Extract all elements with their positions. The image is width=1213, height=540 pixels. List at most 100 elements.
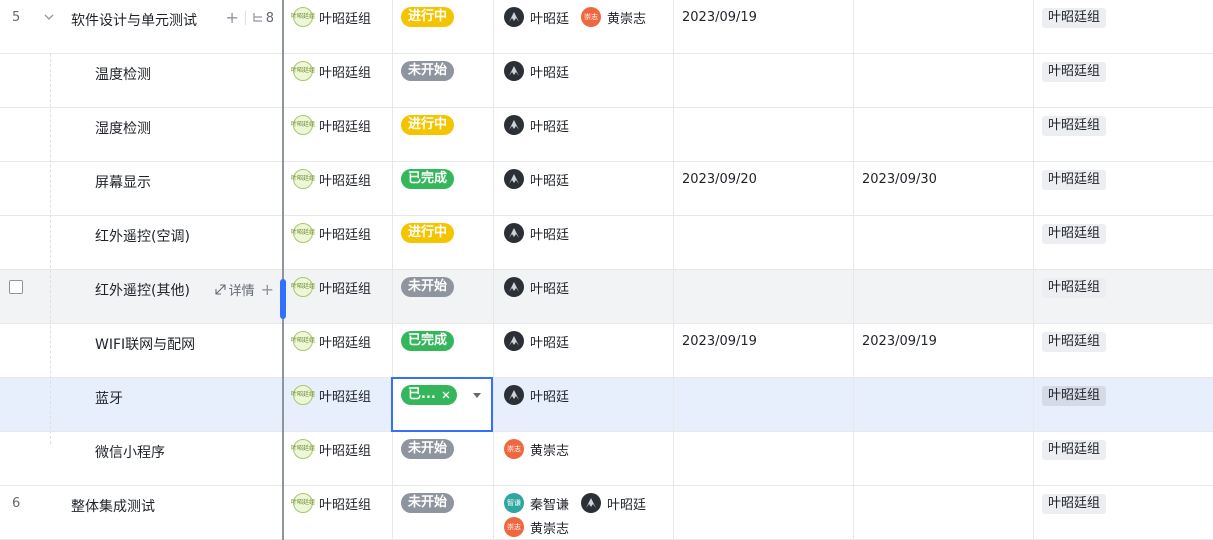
status-cell[interactable]: 未开始 bbox=[393, 432, 494, 486]
table-row[interactable]: 屏幕显示 叶昭廷组 叶昭廷组 已完成 叶昭廷 2023/09/20 2023/0… bbox=[0, 162, 1213, 216]
end-date-cell[interactable] bbox=[854, 108, 1034, 162]
assignee-cell[interactable]: 叶昭廷 bbox=[494, 270, 674, 324]
table-row[interactable]: 湿度检测 叶昭廷组 叶昭廷组 进行中 叶昭廷 叶昭廷组 bbox=[0, 108, 1213, 162]
add-subtask-icon[interactable]: + bbox=[261, 281, 274, 298]
add-subtask-icon[interactable]: + bbox=[225, 10, 238, 26]
start-date-cell[interactable]: 2023/09/20 bbox=[674, 162, 854, 216]
owner-cell[interactable]: 叶昭廷组 bbox=[1034, 432, 1213, 486]
status-cell[interactable]: 未开始 bbox=[393, 270, 494, 324]
table-row[interactable]: 6 整体集成测试 叶昭廷组 叶昭廷组 未开始 智谦 秦智谦 叶昭廷 崇志 黄崇志… bbox=[0, 486, 1213, 540]
team-cell[interactable]: 叶昭廷组 叶昭廷组 bbox=[285, 54, 393, 108]
avatar bbox=[504, 385, 524, 405]
status-chip[interactable]: 已... bbox=[401, 385, 457, 405]
team-cell[interactable]: 叶昭廷组 叶昭廷组 bbox=[285, 108, 393, 162]
start-date-cell[interactable] bbox=[674, 270, 854, 324]
end-date: 2023/09/30 bbox=[862, 172, 937, 187]
team-name: 叶昭廷组 bbox=[319, 497, 372, 513]
chevron-down-icon[interactable] bbox=[44, 11, 54, 21]
end-date-cell[interactable] bbox=[854, 54, 1034, 108]
start-date-cell[interactable] bbox=[674, 216, 854, 270]
task-name: 整体集成测试 bbox=[71, 499, 155, 515]
assignee-cell[interactable]: 叶昭廷 崇志 黄崇志 bbox=[494, 0, 674, 54]
task-name-cell[interactable]: 温度检测 bbox=[60, 54, 284, 108]
team-cell[interactable]: 叶昭廷组 叶昭廷组 bbox=[285, 486, 393, 540]
table-row[interactable]: 温度检测 叶昭廷组 叶昭廷组 未开始 叶昭廷 叶昭廷组 bbox=[0, 54, 1213, 108]
status-select[interactable]: 已... bbox=[391, 377, 493, 432]
owner-cell[interactable]: 叶昭廷组 bbox=[1034, 54, 1213, 108]
assignee-cell[interactable]: 叶昭廷 bbox=[494, 162, 674, 216]
start-date-cell[interactable] bbox=[674, 486, 854, 540]
status-cell[interactable]: 进行中 bbox=[393, 0, 494, 54]
task-grid: 5 软件设计与单元测试 + 8 叶昭廷组 叶昭廷组 进行中 叶昭廷 崇志 黄崇志… bbox=[0, 0, 1213, 540]
assignee-cell[interactable]: 叶昭廷 bbox=[494, 54, 674, 108]
start-date-cell[interactable] bbox=[674, 432, 854, 486]
end-date-cell[interactable] bbox=[854, 0, 1034, 54]
status-cell[interactable]: 已完成 bbox=[393, 324, 494, 378]
status-cell[interactable]: 进行中 bbox=[393, 216, 494, 270]
end-date-cell[interactable] bbox=[854, 432, 1034, 486]
owner-cell[interactable]: 叶昭廷组 bbox=[1034, 378, 1213, 432]
row-drag-handle[interactable] bbox=[280, 279, 286, 319]
start-date-cell[interactable] bbox=[674, 54, 854, 108]
end-date-cell[interactable] bbox=[854, 378, 1034, 432]
team-cell[interactable]: 叶昭廷组 叶昭廷组 bbox=[285, 216, 393, 270]
end-date-cell[interactable] bbox=[854, 486, 1034, 540]
start-date-cell[interactable]: 2023/09/19 bbox=[674, 324, 854, 378]
team-logo: 叶昭廷组 bbox=[291, 7, 315, 27]
team-cell[interactable]: 叶昭廷组 叶昭廷组 bbox=[285, 324, 393, 378]
status-cell[interactable]: 进行中 bbox=[393, 108, 494, 162]
team-cell[interactable]: 叶昭廷组 叶昭廷组 bbox=[285, 270, 393, 324]
start-date-cell[interactable] bbox=[674, 108, 854, 162]
status-badge: 进行中 bbox=[401, 7, 455, 27]
team: 叶昭廷组 叶昭廷组 bbox=[291, 385, 371, 405]
table-row[interactable]: WIFI联网与配网 叶昭廷组 叶昭廷组 已完成 叶昭廷 2023/09/19 2… bbox=[0, 324, 1213, 378]
owner-tag: 叶昭廷组 bbox=[1042, 494, 1107, 514]
table-row[interactable]: 红外遥控(其他) 详情 + 叶昭廷组 叶昭廷组 未开始 叶昭廷 叶昭廷组 bbox=[0, 270, 1213, 324]
task-name-cell[interactable]: 微信小程序 bbox=[60, 432, 284, 486]
assignee-cell[interactable]: 智谦 秦智谦 叶昭廷 崇志 黄崇志 bbox=[494, 486, 674, 540]
team-cell[interactable]: 叶昭廷组 叶昭廷组 bbox=[285, 0, 393, 54]
status-cell[interactable]: 已... bbox=[391, 377, 494, 432]
status-cell[interactable]: 已完成 bbox=[393, 162, 494, 216]
task-name-cell[interactable]: 软件设计与单元测试 + 8 bbox=[60, 0, 284, 54]
team-cell[interactable]: 叶昭廷组 叶昭廷组 bbox=[285, 162, 393, 216]
end-date-cell[interactable] bbox=[854, 270, 1034, 324]
caret-down-icon[interactable] bbox=[473, 393, 481, 398]
subtask-count[interactable]: 8 bbox=[252, 11, 274, 26]
task-name-cell[interactable]: 湿度检测 bbox=[60, 108, 284, 162]
task-name-cell[interactable]: 整体集成测试 bbox=[60, 486, 284, 540]
task-name-cell[interactable]: 蓝牙 bbox=[60, 378, 284, 432]
assignee-cell[interactable]: 崇志 黄崇志 bbox=[494, 432, 674, 486]
start-date-cell[interactable] bbox=[674, 378, 854, 432]
owner-cell[interactable]: 叶昭廷组 bbox=[1034, 0, 1213, 54]
end-date-cell[interactable]: 2023/09/30 bbox=[854, 162, 1034, 216]
team-cell[interactable]: 叶昭廷组 叶昭廷组 bbox=[285, 432, 393, 486]
owner-cell[interactable]: 叶昭廷组 bbox=[1034, 162, 1213, 216]
status-cell[interactable]: 未开始 bbox=[393, 54, 494, 108]
owner-cell[interactable]: 叶昭廷组 bbox=[1034, 270, 1213, 324]
assignee-cell[interactable]: 叶昭廷 bbox=[494, 108, 674, 162]
task-name-cell[interactable]: 红外遥控(其他) 详情 + bbox=[60, 270, 284, 324]
end-date-cell[interactable] bbox=[854, 216, 1034, 270]
task-name-cell[interactable]: WIFI联网与配网 bbox=[60, 324, 284, 378]
close-icon[interactable] bbox=[442, 391, 450, 399]
owner-cell[interactable]: 叶昭廷组 bbox=[1034, 216, 1213, 270]
table-row[interactable]: 5 软件设计与单元测试 + 8 叶昭廷组 叶昭廷组 进行中 叶昭廷 崇志 黄崇志… bbox=[0, 0, 1213, 54]
end-date-cell[interactable]: 2023/09/19 bbox=[854, 324, 1034, 378]
task-name-cell[interactable]: 红外遥控(空调) bbox=[60, 216, 284, 270]
assignee-cell[interactable]: 叶昭廷 bbox=[494, 324, 674, 378]
row-checkbox[interactable] bbox=[9, 280, 23, 294]
owner-cell[interactable]: 叶昭廷组 bbox=[1034, 324, 1213, 378]
status-cell[interactable]: 未开始 bbox=[393, 486, 494, 540]
team-cell[interactable]: 叶昭廷组 叶昭廷组 bbox=[285, 378, 393, 432]
table-row[interactable]: 红外遥控(空调) 叶昭廷组 叶昭廷组 进行中 叶昭廷 叶昭廷组 bbox=[0, 216, 1213, 270]
assignee-cell[interactable]: 叶昭廷 bbox=[494, 216, 674, 270]
task-name-cell[interactable]: 屏幕显示 bbox=[60, 162, 284, 216]
owner-cell[interactable]: 叶昭廷组 bbox=[1034, 108, 1213, 162]
open-detail-button[interactable]: 详情 bbox=[215, 280, 255, 299]
table-row[interactable]: 微信小程序 叶昭廷组 叶昭廷组 未开始 崇志 黄崇志 叶昭廷组 bbox=[0, 432, 1213, 486]
table-row[interactable]: 蓝牙 叶昭廷组 叶昭廷组 已... 叶昭廷 叶昭廷组 bbox=[0, 377, 1213, 432]
owner-cell[interactable]: 叶昭廷组 bbox=[1034, 486, 1213, 540]
start-date-cell[interactable]: 2023/09/19 bbox=[674, 0, 854, 54]
assignee-cell[interactable]: 叶昭廷 bbox=[494, 378, 674, 432]
